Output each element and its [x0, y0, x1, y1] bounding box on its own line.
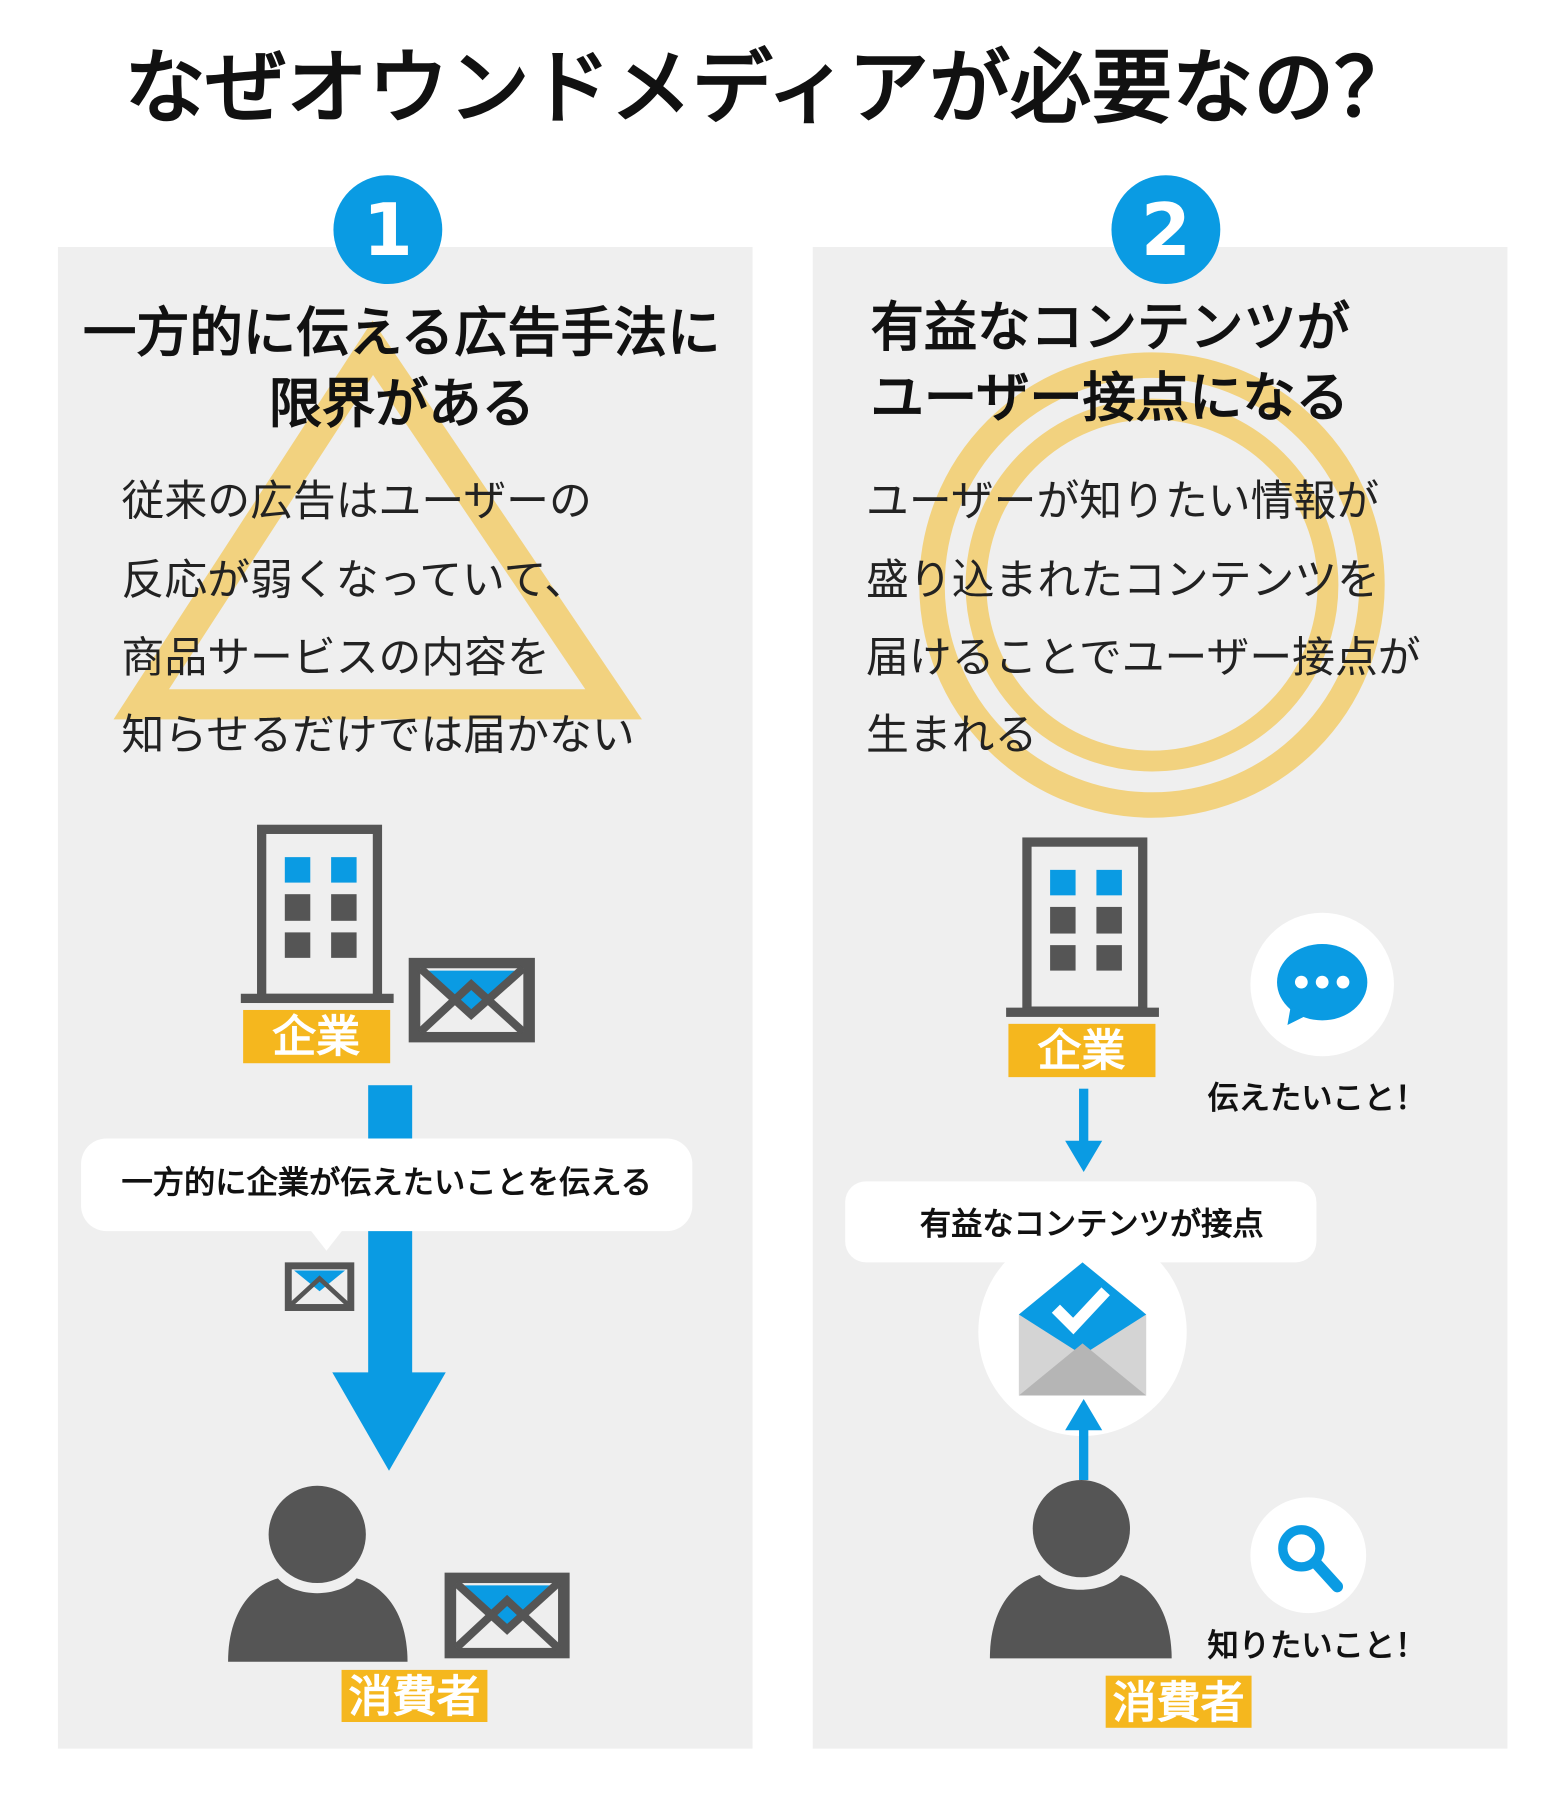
- panel-body-line: 届けることでユーザー接点が: [866, 633, 1421, 683]
- speech-bubble: 有益なコンテンツが接点: [845, 1181, 1317, 1263]
- company-label-text: 企業: [1037, 1026, 1125, 1077]
- consumer-label-text: 消費者: [1113, 1677, 1245, 1728]
- panel-2: 2 有益なコンテンツが ユーザー接点になる ユーザーが知りたい情報が 盛り込まれ…: [812, 175, 1508, 1749]
- envelope-icon: [408, 957, 535, 1043]
- consumer-label-text: 消費者: [349, 1672, 481, 1723]
- chat-bubble-icon: [1250, 912, 1394, 1057]
- company-note: 伝えたいこと！: [1208, 1080, 1427, 1116]
- arrow-up-icon: [1079, 1422, 1089, 1481]
- number-badge-text: 2: [1141, 188, 1191, 272]
- speech-bubble-text: 有益なコンテンツが接点: [920, 1207, 1264, 1243]
- search-icon: [1250, 1497, 1367, 1614]
- consumer-note: 知りたいこと！: [1208, 1628, 1427, 1664]
- panel-body-line: 従来の広告はユーザーの: [122, 477, 592, 527]
- panel-background: [812, 246, 1508, 1749]
- envelope-icon: [444, 1572, 570, 1659]
- page-title: なぜオウンドメディアが必要なの？: [125, 42, 1416, 136]
- panel-body-line: 知らせるだけでは届かない: [122, 710, 635, 760]
- arrow-down-icon: [1079, 1088, 1089, 1147]
- panel-1: 1 一方的に伝える広告手法に 限界がある 従来の広告はユーザーの 反応が弱くなっ…: [57, 175, 753, 1749]
- panel-body-line: 生まれる: [866, 710, 1037, 760]
- panel-heading-line: ユーザー接点になる: [871, 367, 1349, 429]
- panel-body-line: ユーザーが知りたい情報が: [866, 477, 1379, 527]
- infographic: なぜオウンドメディアが必要なの？ 1 一方的に伝える広告手法に 限界がある 従来…: [57, 42, 1508, 1749]
- panel-body-line: 反応が弱くなっていて、: [122, 555, 588, 605]
- small-envelope-icon: [284, 1262, 355, 1311]
- panel-heading-line: 有益なコンテンツが: [871, 296, 1350, 358]
- panel-heading-line: 限界がある: [269, 373, 535, 435]
- speech-bubble-text: 一方的に企業が伝えたいことを伝える: [122, 1164, 652, 1201]
- panel-body-line: 盛り込まれたコンテンツを: [866, 555, 1380, 605]
- panel-body-line: 商品サービスの内容を: [122, 633, 550, 683]
- panel-heading-line: 一方的に伝える広告手法に: [83, 302, 720, 364]
- company-label-text: 企業: [272, 1012, 360, 1063]
- panel-background: [57, 246, 753, 1749]
- number-badge-text: 1: [363, 188, 413, 272]
